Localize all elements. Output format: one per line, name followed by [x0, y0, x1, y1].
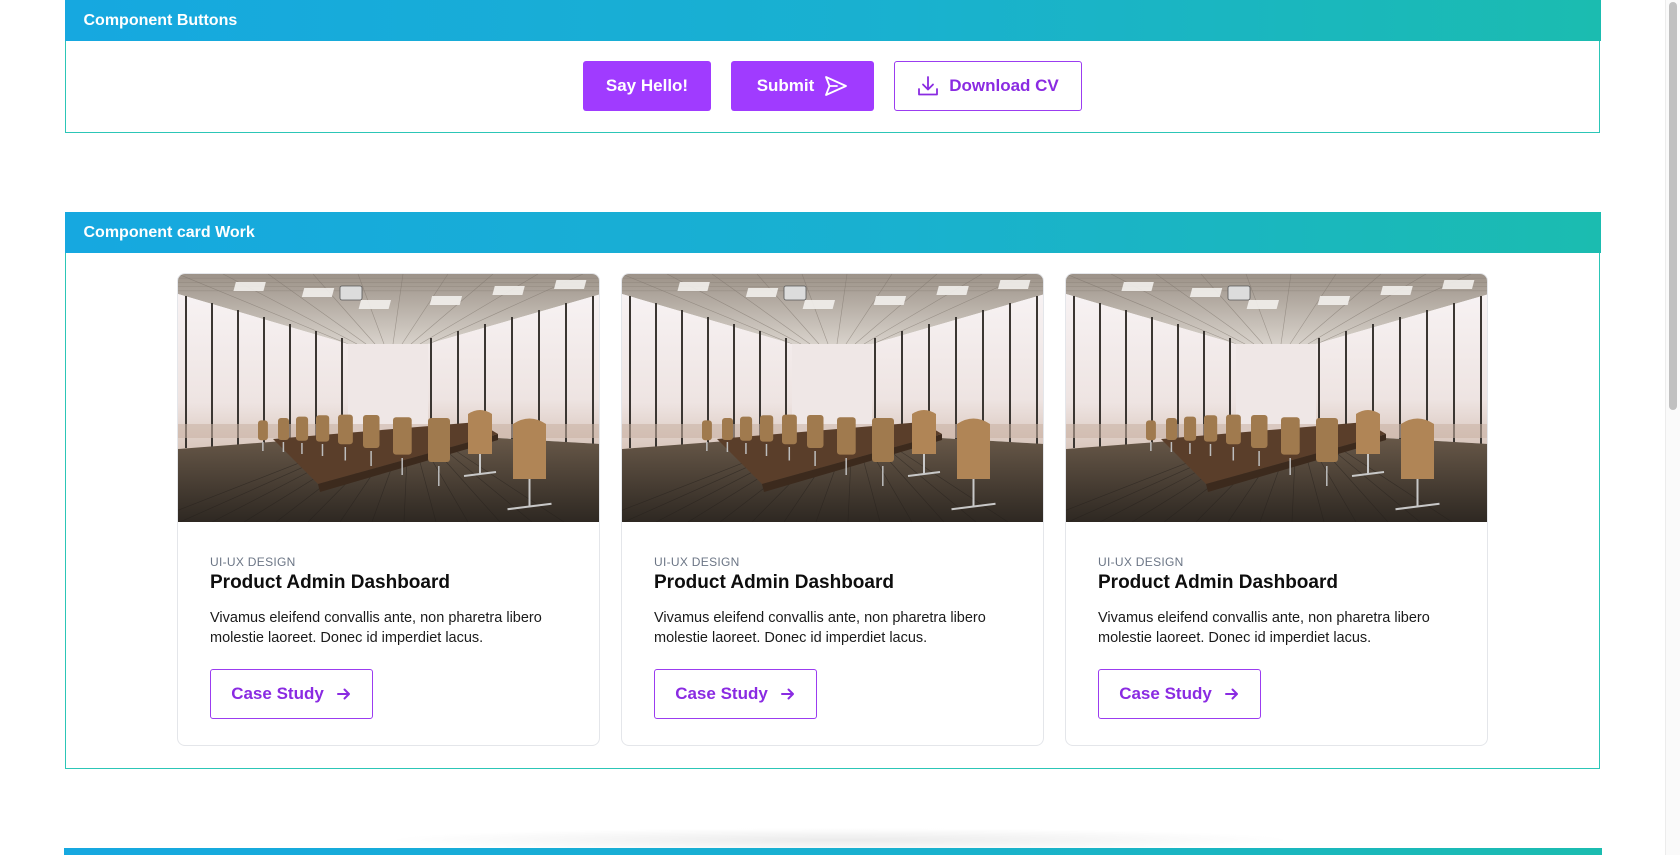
submit-button[interactable]: Submit	[731, 61, 874, 111]
component-buttons-panel: Component Buttons Say Hello! Submit Down…	[64, 0, 1601, 133]
submit-label: Submit	[756, 76, 815, 95]
next-section-header	[63, 848, 1602, 855]
card-body: UI-UX DESIGN Product Admin Dashboard Viv…	[178, 522, 599, 719]
vertical-scrollbar[interactable]	[1665, 0, 1680, 855]
case-study-button[interactable]: Case Study	[1098, 669, 1261, 719]
download-cv-button[interactable]: Download CV	[894, 61, 1082, 111]
card-body: UI-UX DESIGN Product Admin Dashboard Viv…	[622, 522, 1043, 719]
arrow-right-icon	[336, 686, 352, 702]
card-image	[622, 274, 1043, 522]
case-study-button[interactable]: Case Study	[654, 669, 817, 719]
card-category: UI-UX DESIGN	[1098, 555, 1184, 569]
card-list: UI-UX DESIGN Product Admin Dashboard Viv…	[66, 253, 1599, 746]
work-card: UI-UX DESIGN Product Admin Dashboard Viv…	[1065, 273, 1488, 746]
component-card-work-panel: Component card Work UI-UX DESIGN Product…	[64, 212, 1601, 769]
card-image	[1066, 274, 1487, 522]
case-study-label: Case Study	[1119, 684, 1212, 703]
card-title: Product Admin Dashboard	[210, 572, 450, 593]
download-cv-label: Download CV	[949, 76, 1059, 95]
card-title: Product Admin Dashboard	[654, 572, 894, 593]
card-title: Product Admin Dashboard	[1098, 572, 1338, 593]
next-section-panel	[63, 848, 1602, 855]
card-category: UI-UX DESIGN	[210, 555, 296, 569]
component-buttons-header: Component Buttons	[64, 0, 1601, 41]
download-icon	[917, 75, 939, 97]
arrow-right-icon	[1224, 686, 1240, 702]
scrollbar-thumb[interactable]	[1669, 2, 1677, 410]
work-card: UI-UX DESIGN Product Admin Dashboard Viv…	[621, 273, 1044, 746]
card-description: Vivamus eleifend convallis ante, non pha…	[1098, 610, 1430, 646]
card-body: UI-UX DESIGN Product Admin Dashboard Viv…	[1066, 522, 1487, 719]
card-image	[178, 274, 599, 522]
page: Component Buttons Say Hello! Submit Down…	[0, 0, 1680, 855]
arrow-right-icon	[780, 686, 796, 702]
case-study-button[interactable]: Case Study	[210, 669, 373, 719]
case-study-label: Case Study	[231, 684, 324, 703]
work-card: UI-UX DESIGN Product Admin Dashboard Viv…	[177, 273, 600, 746]
say-hello-label: Say Hello!	[605, 76, 689, 95]
card-category: UI-UX DESIGN	[654, 555, 740, 569]
say-hello-button[interactable]: Say Hello!	[583, 61, 711, 111]
component-card-work-header: Component card Work	[64, 212, 1601, 253]
card-description: Vivamus eleifend convallis ante, non pha…	[654, 610, 986, 646]
card-description: Vivamus eleifend convallis ante, non pha…	[210, 610, 542, 646]
button-row: Say Hello! Submit Download CV	[66, 41, 1599, 111]
send-icon	[824, 75, 848, 97]
case-study-label: Case Study	[675, 684, 768, 703]
